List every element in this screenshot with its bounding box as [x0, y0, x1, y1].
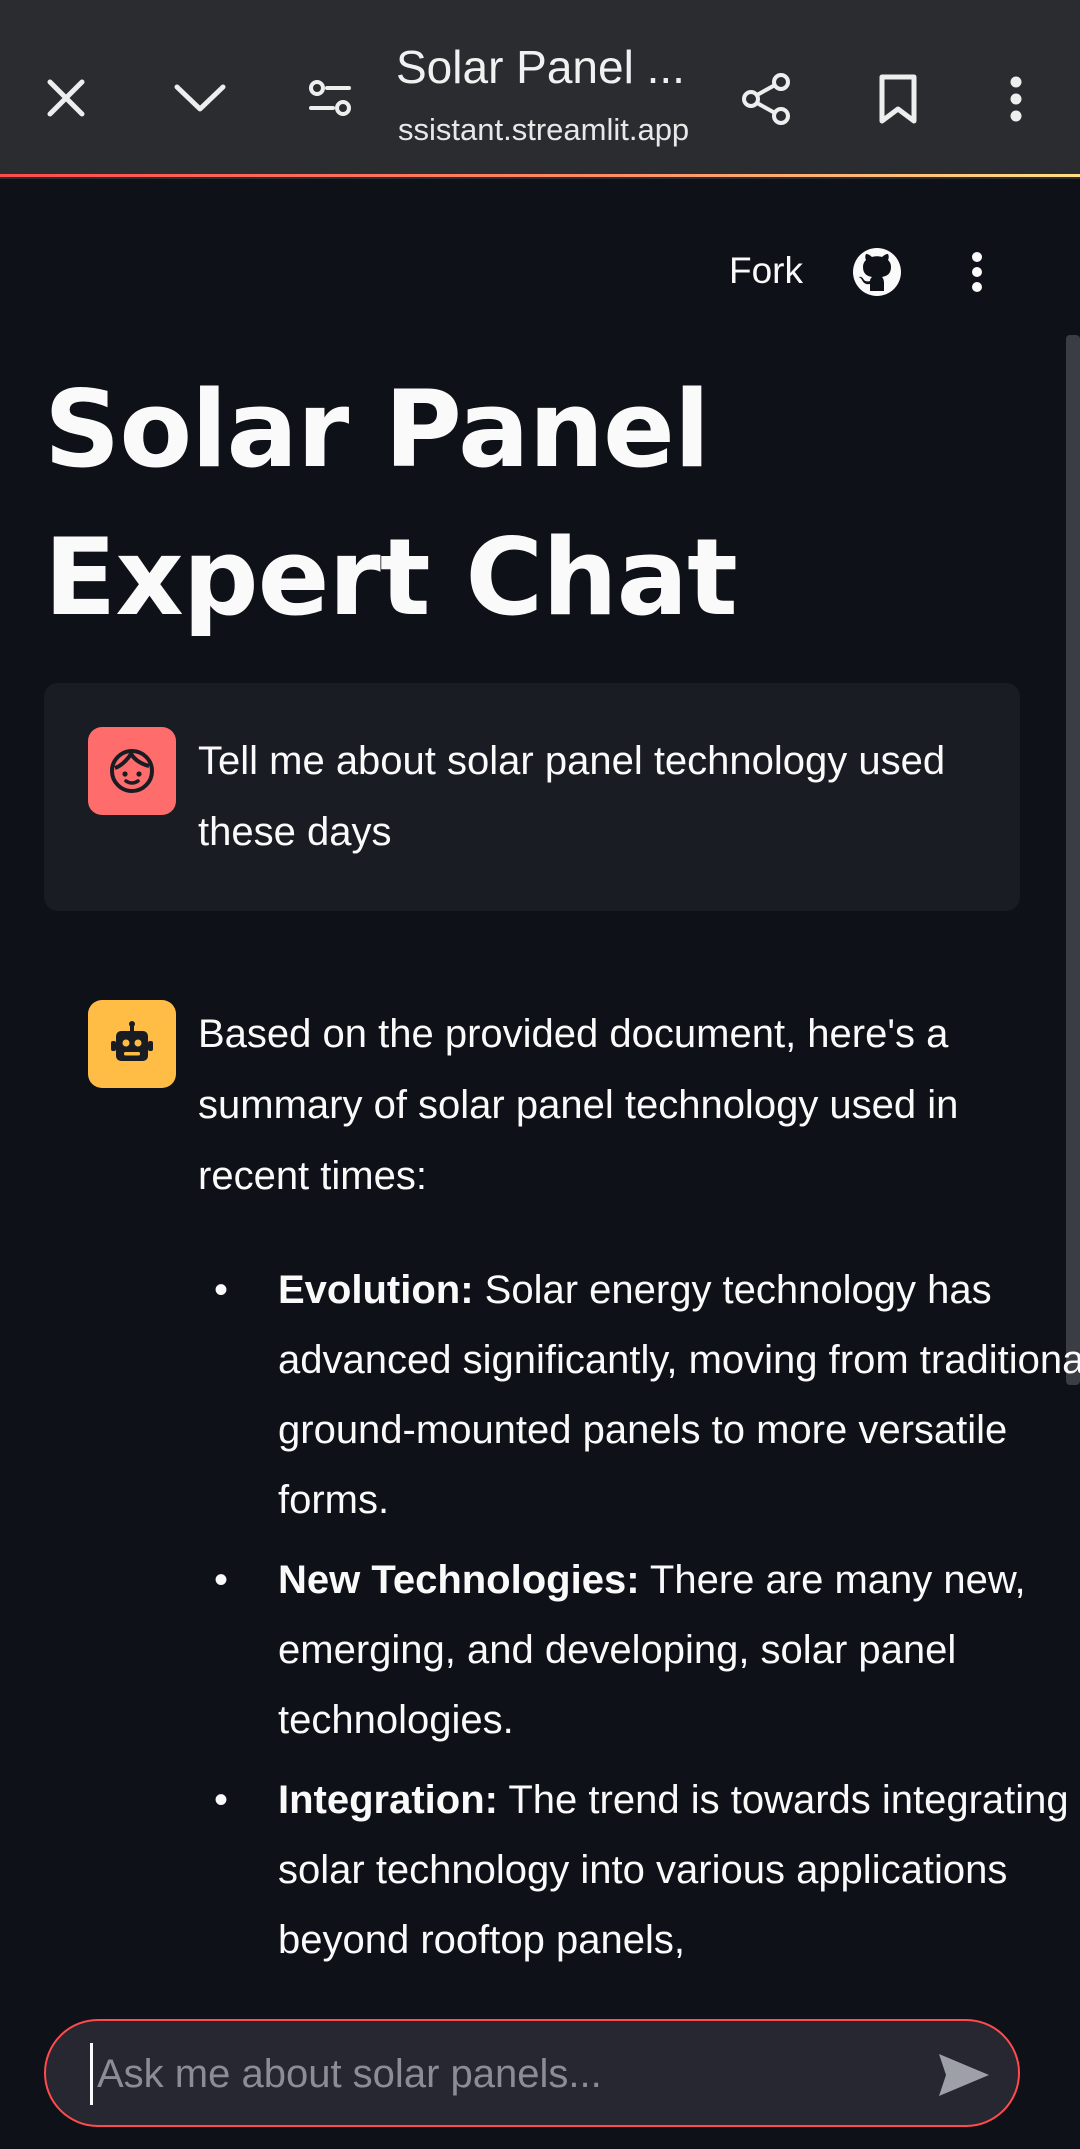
app-menu-icon[interactable] [960, 247, 994, 297]
browser-url[interactable]: ssistant.streamlit.app [398, 112, 689, 148]
bookmark-icon[interactable] [872, 70, 924, 128]
send-button[interactable] [934, 2045, 994, 2105]
bullet-dot: • [214, 1558, 229, 1602]
page-info-icon[interactable] [304, 72, 356, 124]
browser-toolbar: Solar Panel ... ssistant.streamlit.app [0, 0, 1080, 179]
chat-input-container [44, 2019, 1020, 2127]
page-load-progress [0, 174, 1080, 177]
bullet-heading: New Technologies: [278, 1558, 640, 1602]
bullet-dot: • [214, 1778, 229, 1822]
bullet-dot: • [214, 1268, 229, 1312]
browser-page-title[interactable]: Solar Panel ... [396, 40, 685, 94]
user-avatar [88, 727, 176, 815]
send-icon [939, 2054, 989, 2096]
chat-input[interactable] [90, 2043, 919, 2105]
more-vert-icon[interactable] [998, 70, 1034, 128]
robot-icon [111, 1021, 153, 1061]
github-icon[interactable] [852, 247, 902, 297]
list-item: • New Technologies: There are many new, … [214, 1545, 1080, 1755]
list-item: • Integration: The trend is towards inte… [214, 1765, 1080, 1975]
fork-button[interactable]: Fork [729, 250, 803, 292]
user-message-text: Tell me about solar panel technology use… [198, 739, 946, 854]
smiley-icon [110, 749, 154, 793]
share-icon[interactable] [736, 70, 796, 128]
scrollbar[interactable] [1066, 335, 1080, 1385]
assistant-avatar [88, 1000, 176, 1088]
assistant-bullet-list: • Evolution: Solar energy technology has… [198, 1255, 1080, 1985]
close-icon[interactable] [40, 72, 92, 124]
list-item: • Evolution: Solar energy technology has… [214, 1255, 1080, 1535]
chevron-down-icon[interactable] [170, 72, 230, 124]
bullet-heading: Evolution: [278, 1268, 474, 1312]
page-title: Solar Panel Expert Chat [44, 368, 738, 639]
bullet-heading: Integration: [278, 1778, 498, 1822]
assistant-intro-text: Based on the provided document, here's a… [198, 1012, 959, 1198]
